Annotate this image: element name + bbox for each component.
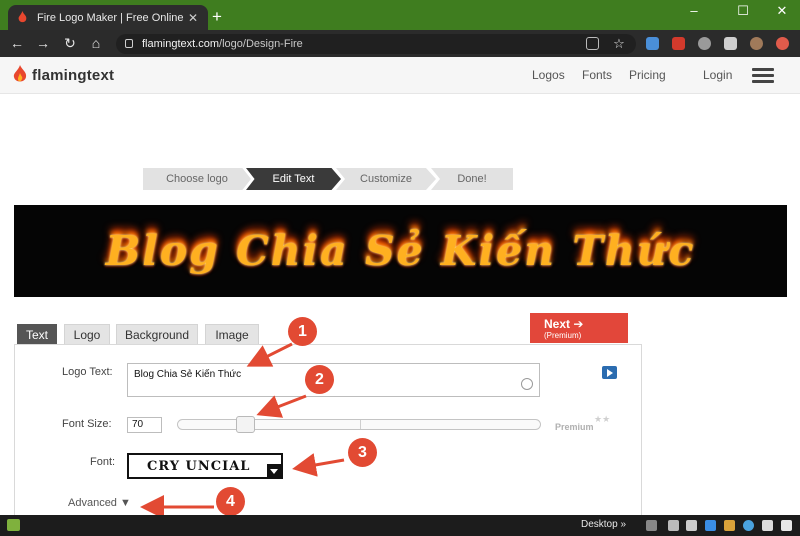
windows-taskbar: Desktop » [0,515,800,536]
url-host: flamingtext.com [142,38,220,50]
browser-tab[interactable]: Fire Logo Maker | Free Online De ✕ [8,5,208,30]
font-size-label: Font Size: [62,418,112,430]
slider-thumb[interactable] [236,416,255,433]
flamingtext-logo[interactable]: flamingtext [12,65,114,85]
desktop-text: Desktop [581,519,618,530]
flame-logo-icon [13,65,27,82]
premium-stars-icon: ★★ [594,414,611,424]
annotation-badge-4: 4 [216,487,245,516]
annotation-badge-2: 2 [305,365,334,394]
tab-title: Fire Logo Maker | Free Online De [37,11,186,24]
font-size-input[interactable]: 70 [127,417,162,433]
next-button[interactable]: Next ➔ (Premium) [530,313,628,343]
chevron-up-icon[interactable] [668,520,679,531]
tab-background[interactable]: Background [116,324,198,344]
tab-text[interactable]: Text [17,324,57,344]
font-label: Font: [90,456,116,468]
fire-logo-text: Blog Chia Sẻ Kiến Thức [105,227,696,275]
extension-badge-icon[interactable] [672,37,685,50]
forward-icon[interactable]: → [34,35,52,52]
nav-pricing[interactable]: Pricing [629,68,666,82]
back-icon[interactable]: ← [8,35,26,52]
font-select[interactable]: CRY UNCIAL [127,453,283,479]
home-icon[interactable]: ⌂ [87,35,105,52]
chevron-down-icon[interactable] [267,464,282,478]
puzzle-icon[interactable] [724,37,737,50]
close-tab-icon[interactable]: ✕ [186,11,200,25]
next-premium-label: (Premium) [544,331,582,340]
profile-avatar-icon[interactable] [750,37,763,50]
advanced-toggle[interactable]: Advanced ▼ [68,497,131,509]
network-icon[interactable] [743,520,754,531]
play-preview-icon[interactable] [602,366,617,379]
font-size-slider[interactable] [177,416,541,433]
close-window-button[interactable]: ✕ [768,3,796,19]
reload-icon[interactable]: ↻ [61,35,79,52]
desktop-label[interactable]: Desktop » [581,519,626,530]
annotation-badge-1: 1 [288,317,317,346]
volume-icon[interactable] [762,520,773,531]
logo-preview-banner: Blog Chia Sẻ Kiến Thức [14,205,787,297]
maximize-button[interactable]: ☐ [729,3,757,19]
minimize-button[interactable]: – [680,3,708,18]
nav-logos[interactable]: Logos [532,68,565,82]
desktop-chevron: » [620,519,627,530]
step-choose-logo[interactable]: Choose logo [143,168,251,190]
new-tab-button[interactable]: + [212,7,222,27]
address-bar[interactable]: flamingtext.com/logo/Design-Fire [116,34,636,54]
browser-tab-strip: Fire Logo Maker | Free Online De ✕ + – ☐… [0,0,800,30]
site-header: flamingtext Logos Fonts Pricing Login [0,57,800,94]
app-tray-icon[interactable] [724,520,735,531]
nav-login[interactable]: Login [703,68,732,82]
step-edit-text[interactable]: Edit Text [246,168,341,190]
nav-fonts[interactable]: Fonts [582,68,612,82]
menu-dots-icon[interactable] [776,37,789,50]
annotation-badge-3: 3 [348,438,377,467]
star-icon[interactable]: ☆ [610,35,628,52]
translate-icon[interactable] [586,37,599,50]
people-icon[interactable] [646,520,657,531]
tab-logo[interactable]: Logo [64,324,110,344]
extension-shield-icon[interactable] [698,37,711,50]
url-path: /logo/Design-Fire [219,38,303,50]
tab-image[interactable]: Image [205,324,259,344]
notification-icon[interactable] [781,520,792,531]
next-label: Next ➔ [544,317,584,331]
lock-icon [125,39,133,48]
extension-user-icon[interactable] [646,37,659,50]
hamburger-menu-icon[interactable] [752,68,774,84]
slider-midline [360,420,361,429]
battery-icon[interactable] [686,520,697,531]
browser-toolbar: ← → ↻ ⌂ flamingtext.com/logo/Design-Fire… [0,30,800,57]
start-icon[interactable] [7,519,20,531]
step-customize[interactable]: Customize [336,168,436,190]
dropbox-icon[interactable] [705,520,716,531]
logo-text: flamingtext [32,66,115,84]
font-select-value: CRY UNCIAL [147,459,251,474]
logo-text-label: Logo Text: [62,366,113,378]
emoji-icon[interactable] [521,378,533,390]
premium-label: Premium [555,422,594,432]
step-done[interactable]: Done! [431,168,513,190]
flame-favicon-icon [18,11,27,23]
